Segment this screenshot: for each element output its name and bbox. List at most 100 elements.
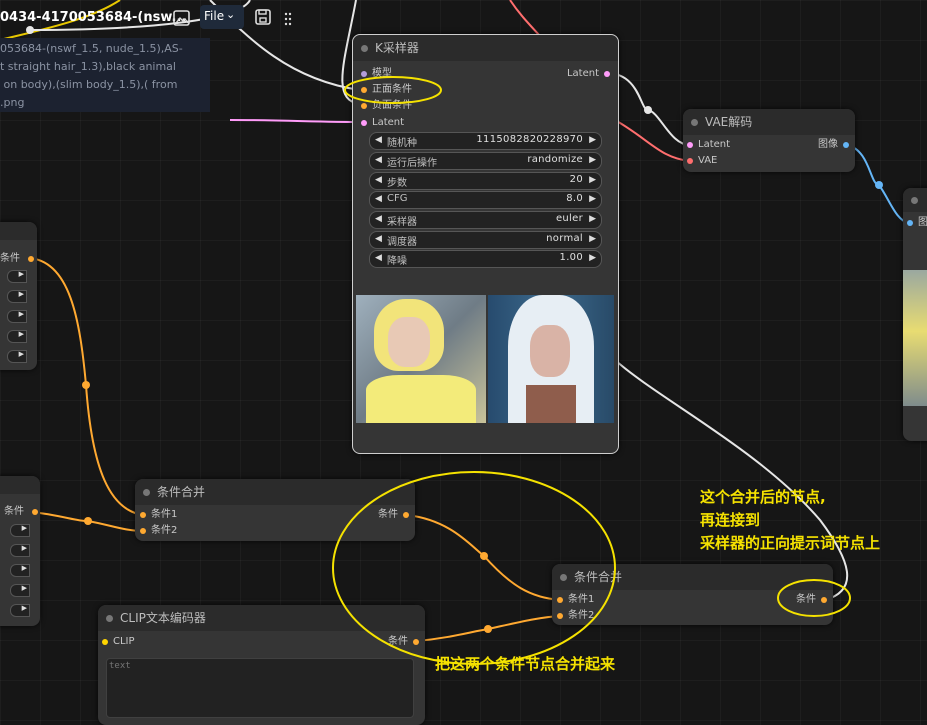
input-slot-latent[interactable]: Latent	[361, 116, 404, 130]
input-dot	[361, 120, 367, 126]
output-dot	[821, 597, 827, 603]
widget-denoise[interactable]: ◀ 降噪 1.00 ▶	[369, 250, 602, 268]
increment-arrow-icon[interactable]: ▶	[589, 175, 596, 185]
input-dot	[557, 597, 563, 603]
decrement-arrow-icon[interactable]: ◀	[375, 234, 382, 244]
output-slot-latent[interactable]: Latent	[567, 67, 610, 81]
widget-scheduler[interactable]: ◀ 调度器 normal ▶	[369, 231, 602, 249]
widget-sampler[interactable]: ◀ 采样器 euler ▶	[369, 211, 602, 229]
clip-text-encode-title-bar[interactable]: CLIP文本编码器	[98, 605, 425, 631]
vae-decode-title-bar[interactable]: VAE解码	[683, 109, 855, 135]
widget-control-after-generate[interactable]: ◀ 运行后操作 randomize ▶	[369, 152, 602, 170]
save-button[interactable]	[254, 8, 272, 26]
preview-image-white-hair-portrait[interactable]	[488, 295, 614, 423]
collapse-dot-icon[interactable]	[691, 119, 698, 126]
conditioning-combine-title-bar[interactable]: 条件合并	[552, 564, 833, 590]
input-slot-positive[interactable]: 正面条件	[361, 83, 412, 97]
image-button[interactable]	[172, 8, 192, 28]
ksampler-title-bar[interactable]: K采样器	[353, 35, 618, 61]
left-partial-node-bottom[interactable]: 条件	[0, 476, 40, 626]
widget-arrow[interactable]	[10, 604, 30, 617]
input-label: CLIP	[113, 636, 135, 647]
preview-image-partial[interactable]	[903, 270, 927, 406]
prompt-line: .png	[0, 96, 25, 109]
collapse-dot-icon[interactable]	[106, 615, 113, 622]
output-dot	[604, 71, 610, 77]
decrement-arrow-icon[interactable]: ◀	[375, 253, 382, 263]
widget-seed[interactable]: ◀ 随机种 1115082820228970 ▶	[369, 132, 602, 150]
vae-decode-node[interactable]: VAE解码 Latent VAE 图像	[683, 109, 855, 172]
save-icon	[255, 9, 271, 25]
collapse-dot-icon[interactable]	[911, 197, 918, 204]
decrement-arrow-icon[interactable]: ◀	[375, 194, 382, 204]
collapse-dot-icon[interactable]	[361, 45, 368, 52]
input-slot-conditioning-1[interactable]: 条件1	[140, 508, 177, 522]
node-title-bar	[0, 476, 40, 494]
input-slot-vae[interactable]: VAE	[687, 154, 717, 168]
input-slot-image[interactable]: 图	[907, 216, 927, 230]
input-dot	[140, 512, 146, 518]
input-dot	[687, 158, 693, 164]
widget-arrow[interactable]	[10, 564, 30, 577]
widget-arrow[interactable]	[7, 310, 27, 323]
preview-image-blonde-portrait[interactable]	[356, 295, 486, 423]
output-dot	[32, 509, 38, 515]
widget-arrow[interactable]	[7, 290, 27, 303]
widget-arrow[interactable]	[10, 524, 30, 537]
input-slot-negative[interactable]: 负面条件	[361, 99, 412, 113]
right-partial-image-node[interactable]: 图	[903, 188, 927, 441]
widget-label: 采样器	[387, 217, 417, 228]
widget-arrow[interactable]	[7, 350, 27, 363]
chevron-down-icon: ⌄	[226, 8, 236, 21]
increment-arrow-icon[interactable]: ▶	[589, 234, 596, 244]
link-combine1-to-combine2	[406, 514, 562, 601]
more-menu-button[interactable]	[283, 11, 293, 26]
clip-text-encode-node[interactable]: CLIP文本编码器 CLIP 条件	[98, 605, 425, 725]
widget-arrow[interactable]	[7, 330, 27, 343]
widget-steps[interactable]: ◀ 步数 20 ▶	[369, 172, 602, 190]
decrement-arrow-icon[interactable]: ◀	[375, 175, 382, 185]
decrement-arrow-icon[interactable]: ◀	[375, 214, 382, 224]
file-menu-button[interactable]: File ⌄	[200, 5, 244, 29]
output-slot-image[interactable]: 图像	[818, 138, 849, 152]
more-dots-icon	[284, 12, 292, 26]
input-slot-clip[interactable]: CLIP	[102, 635, 135, 649]
workflow-name: 0434-4170053684-(nsw...	[0, 10, 187, 25]
increment-arrow-icon[interactable]: ▶	[589, 155, 596, 165]
increment-arrow-icon[interactable]: ▶	[589, 135, 596, 145]
prompt-text-input[interactable]	[106, 658, 414, 718]
workflow-tab[interactable]: 0434-4170053684-(nsw...	[0, 6, 186, 30]
widget-label: 运行后操作	[387, 158, 437, 169]
widget-arrow[interactable]	[7, 270, 27, 283]
output-dot	[28, 256, 34, 262]
output-label: 图像	[818, 139, 838, 150]
input-slot-latent[interactable]: Latent	[687, 138, 730, 152]
input-label: 条件2	[568, 610, 595, 621]
widget-value: 20	[569, 174, 583, 185]
input-label: VAE	[698, 155, 718, 166]
increment-arrow-icon[interactable]: ▶	[589, 194, 596, 204]
output-slot-conditioning[interactable]: 条件	[4, 505, 38, 519]
input-slot-model[interactable]: 模型	[361, 67, 392, 81]
left-partial-node-top[interactable]: 条件	[0, 222, 37, 370]
decrement-arrow-icon[interactable]: ◀	[375, 135, 382, 145]
ksampler-node[interactable]: K采样器 模型 正面条件 负面条件 Latent Latent ◀ 随机种 11…	[352, 34, 619, 454]
collapse-dot-icon[interactable]	[560, 574, 567, 581]
widget-arrow[interactable]	[10, 544, 30, 557]
increment-arrow-icon[interactable]: ▶	[589, 253, 596, 263]
conditioning-combine-node-2[interactable]: 条件合并 条件1 条件2 条件	[552, 564, 833, 625]
input-slot-conditioning-1[interactable]: 条件1	[557, 593, 594, 607]
conditioning-combine-node-1[interactable]: 条件合并 条件1 条件2 条件	[135, 479, 415, 541]
output-slot-conditioning[interactable]: 条件	[378, 508, 409, 522]
input-slot-conditioning-2[interactable]: 条件2	[140, 524, 177, 538]
input-slot-conditioning-2[interactable]: 条件2	[557, 609, 594, 623]
output-slot-conditioning[interactable]: 条件	[388, 635, 419, 649]
increment-arrow-icon[interactable]: ▶	[589, 214, 596, 224]
output-slot-conditioning[interactable]: 条件	[796, 593, 827, 607]
widget-cfg[interactable]: ◀ CFG 8.0 ▶	[369, 191, 602, 209]
conditioning-combine-title-bar[interactable]: 条件合并	[135, 479, 415, 505]
widget-arrow[interactable]	[10, 584, 30, 597]
decrement-arrow-icon[interactable]: ◀	[375, 155, 382, 165]
collapse-dot-icon[interactable]	[143, 489, 150, 496]
output-slot-conditioning[interactable]: 条件	[0, 252, 34, 266]
